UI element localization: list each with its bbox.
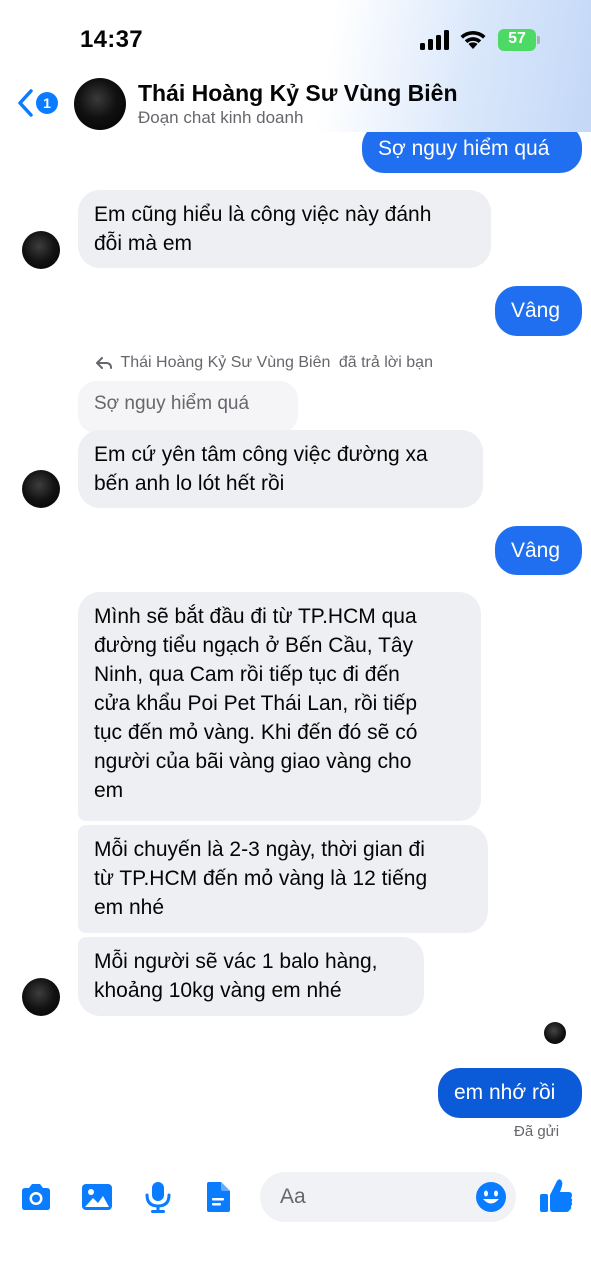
status-bar: 14:37 57 <box>0 0 591 70</box>
unread-badge: 1 <box>36 92 58 114</box>
message-line: em <box>94 779 124 802</box>
message-incoming[interactable]: Mình sẽ bắt đầu đi từ TP.HCM qua đường t… <box>78 592 481 821</box>
battery-indicator: 57 <box>498 29 540 51</box>
home-indicator-area <box>0 1240 591 1280</box>
sender-avatar[interactable] <box>22 978 60 1016</box>
reply-author: Thái Hoàng Kỷ Sư Vùng Biên <box>120 354 331 371</box>
contact-avatar[interactable] <box>74 78 126 130</box>
reply-action: đã trả lời bạn <box>338 354 433 371</box>
message-line: đường tiểu ngạch ở Bến Cầu, Tây <box>94 634 414 657</box>
seen-indicator-avatar <box>544 1022 566 1044</box>
camera-icon[interactable] <box>18 1179 54 1215</box>
file-icon[interactable] <box>200 1179 236 1215</box>
message-status: Đã gửi <box>514 1123 560 1140</box>
message-text: Sợ nguy hiểm quá <box>378 137 550 160</box>
message-outgoing[interactable]: Vâng <box>495 526 582 575</box>
message-text: em nhớ rồi <box>454 1081 556 1104</box>
message-outgoing[interactable]: Vâng <box>495 286 582 336</box>
quoted-message[interactable]: Sợ nguy hiểm quá <box>78 381 298 433</box>
message-incoming[interactable]: Mỗi người sẽ vác 1 balo hàng, khoảng 10k… <box>78 937 424 1016</box>
sender-avatar[interactable] <box>22 470 60 508</box>
message-line: từ TP.HCM đến mỏ vàng là 12 tiếng <box>94 867 428 890</box>
message-input[interactable] <box>280 1182 470 1212</box>
cellular-signal-icon <box>420 30 449 50</box>
battery-level: 57 <box>508 30 526 47</box>
sender-avatar[interactable] <box>22 231 60 269</box>
message-line: bến anh lo lót hết rồi <box>94 472 285 495</box>
reply-indicator: Thái Hoàng Kỷ Sư Vùng Biên đã trả lời bạ… <box>96 354 433 372</box>
chat-subtitle: Đoạn chat kinh doanh <box>138 108 304 127</box>
message-line: Mỗi chuyến là 2-3 ngày, thời gian đi <box>94 838 425 861</box>
message-line: tục đến mỏ vàng. Khi đến đó sẽ có <box>94 721 418 744</box>
message-line: Mình sẽ bắt đầu đi từ TP.HCM qua <box>94 605 417 628</box>
emoji-icon[interactable] <box>475 1181 507 1213</box>
message-line: Mỗi người sẽ vác 1 balo hàng, <box>94 950 378 973</box>
message-composer <box>0 1165 591 1231</box>
contact-name[interactable]: Thái Hoàng Kỷ Sư Vùng Biên <box>138 80 458 107</box>
message-line: cửa khẩu Poi Pet Thái Lan, rồi tiếp <box>94 692 418 715</box>
chevron-left-icon <box>18 89 33 117</box>
like-icon[interactable] <box>538 1177 574 1215</box>
message-line: Em cứ yên tâm công việc đường xa <box>94 443 428 466</box>
wifi-icon <box>460 30 486 49</box>
status-time: 14:37 <box>80 26 143 53</box>
message-incoming[interactable]: Mỗi chuyến là 2-3 ngày, thời gian đi từ … <box>78 825 488 933</box>
message-line: đỗi mà em <box>94 232 193 255</box>
message-line: khoảng 10kg vàng em nhé <box>94 979 342 1002</box>
quoted-text: Sợ nguy hiểm quá <box>94 393 250 414</box>
message-line: Em cũng hiểu là công việc này đánh <box>94 203 432 226</box>
gallery-icon[interactable] <box>79 1179 115 1215</box>
message-line: Ninh, qua Cam rồi tiếp tục đi đến <box>94 663 400 686</box>
message-incoming[interactable]: Em cứ yên tâm công việc đường xa bến anh… <box>78 430 483 508</box>
message-input-container[interactable] <box>260 1172 516 1222</box>
message-incoming[interactable]: Em cũng hiểu là công việc này đánh đỗi m… <box>78 190 491 268</box>
message-outgoing[interactable]: em nhớ rồi <box>438 1068 582 1118</box>
message-line: người của bãi vàng giao vàng cho <box>94 750 412 773</box>
message-text: Vâng <box>511 539 561 562</box>
microphone-icon[interactable] <box>140 1179 176 1215</box>
message-text: Vâng <box>511 299 561 322</box>
reply-arrow-icon <box>96 356 112 369</box>
message-line: em nhé <box>94 896 165 919</box>
chat-header: 1 Thái Hoàng Kỷ Sư Vùng Biên Đoạn chat k… <box>0 72 591 132</box>
back-button[interactable]: 1 <box>16 88 62 118</box>
